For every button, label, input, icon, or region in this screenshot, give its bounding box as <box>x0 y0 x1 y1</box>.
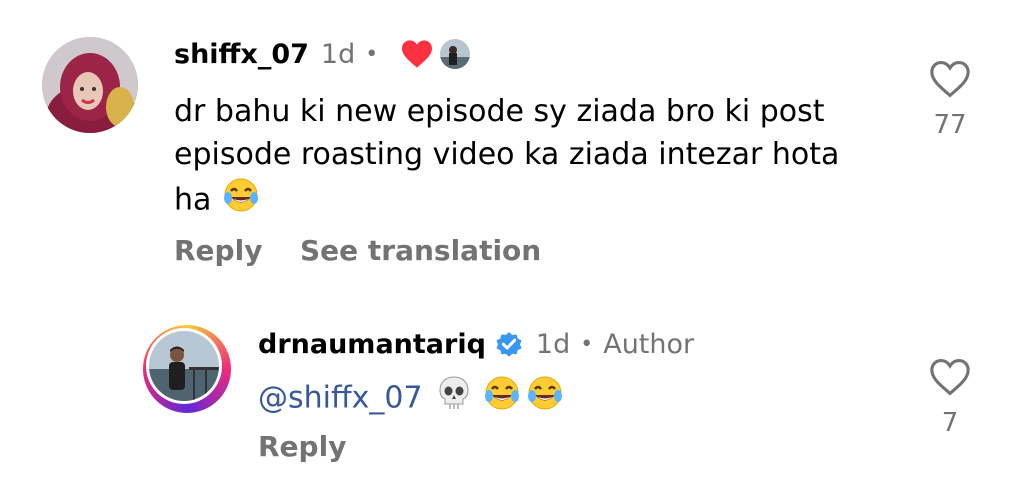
reply-button[interactable]: Reply <box>174 234 262 267</box>
mention-link[interactable]: @shiffx_07 <box>258 381 423 416</box>
reply-body: @shiffx_07 <box>258 374 565 424</box>
like-count: 77 <box>933 110 967 140</box>
comment-text: dr bahu ki new episode sy ziada bro ki p… <box>174 94 840 218</box>
username[interactable]: drnaumantariq <box>258 329 486 360</box>
creator-heart-icon <box>400 39 434 69</box>
separator-dot: • <box>365 41 379 67</box>
username[interactable]: shiffx_07 <box>174 39 309 70</box>
reply-header: drnaumantariq 1d • Author <box>258 326 694 362</box>
like-button[interactable]: 7 <box>920 358 980 438</box>
author-label: Author <box>603 328 695 360</box>
comment-header: shiffx_07 1d • <box>174 36 473 72</box>
timestamp: 1d <box>320 38 356 70</box>
avatar[interactable] <box>42 37 138 133</box>
see-translation-button[interactable]: See translation <box>300 234 541 267</box>
tears-of-joy-emoji-icon <box>221 176 261 226</box>
creator-avatar-mini <box>438 37 473 71</box>
verified-badge-icon <box>494 329 524 359</box>
reply-button[interactable]: Reply <box>258 430 346 463</box>
like-count: 7 <box>941 408 959 438</box>
timestamp: 1d <box>535 328 571 360</box>
separator-dot: • <box>580 331 594 357</box>
heart-outline-icon[interactable] <box>929 60 971 102</box>
heart-outline-icon[interactable] <box>929 358 971 400</box>
like-button[interactable]: 77 <box>920 60 980 140</box>
skull-emoji-icon <box>436 374 472 424</box>
tears-of-joy-emoji-icon <box>482 374 522 424</box>
tears-of-joy-emoji-icon <box>525 374 565 424</box>
comment-body: dr bahu ki new episode sy ziada bro ki p… <box>174 90 864 226</box>
avatar[interactable] <box>143 325 231 413</box>
